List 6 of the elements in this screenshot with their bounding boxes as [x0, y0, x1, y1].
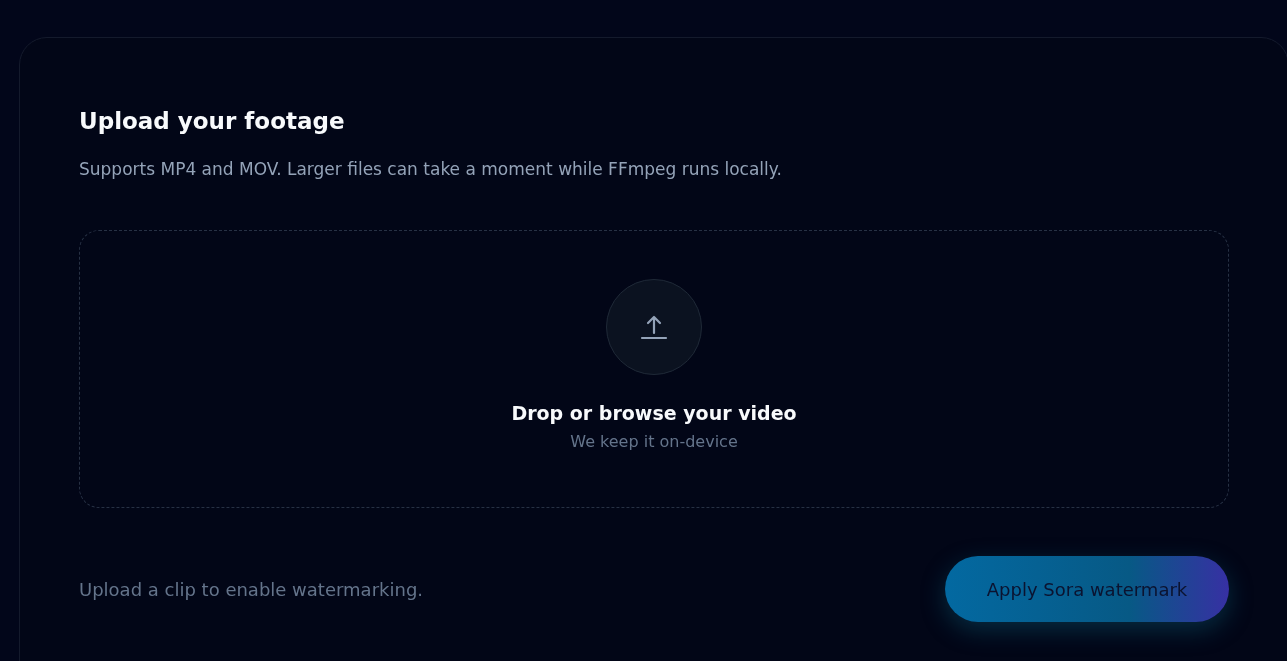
section-title: Upload your footage	[79, 107, 346, 136]
dropzone[interactable]: Drop or browse your video We keep it on-device	[79, 230, 1229, 508]
section-description: Supports MP4 and MOV. Larger files can take a moment while FFmpeg runs locally.	[79, 158, 783, 181]
dropzone-note: We keep it on-device	[570, 431, 738, 453]
dropzone-heading: Drop or browse your video	[511, 401, 797, 426]
status-text: Upload a clip to enable watermarking.	[79, 578, 424, 600]
